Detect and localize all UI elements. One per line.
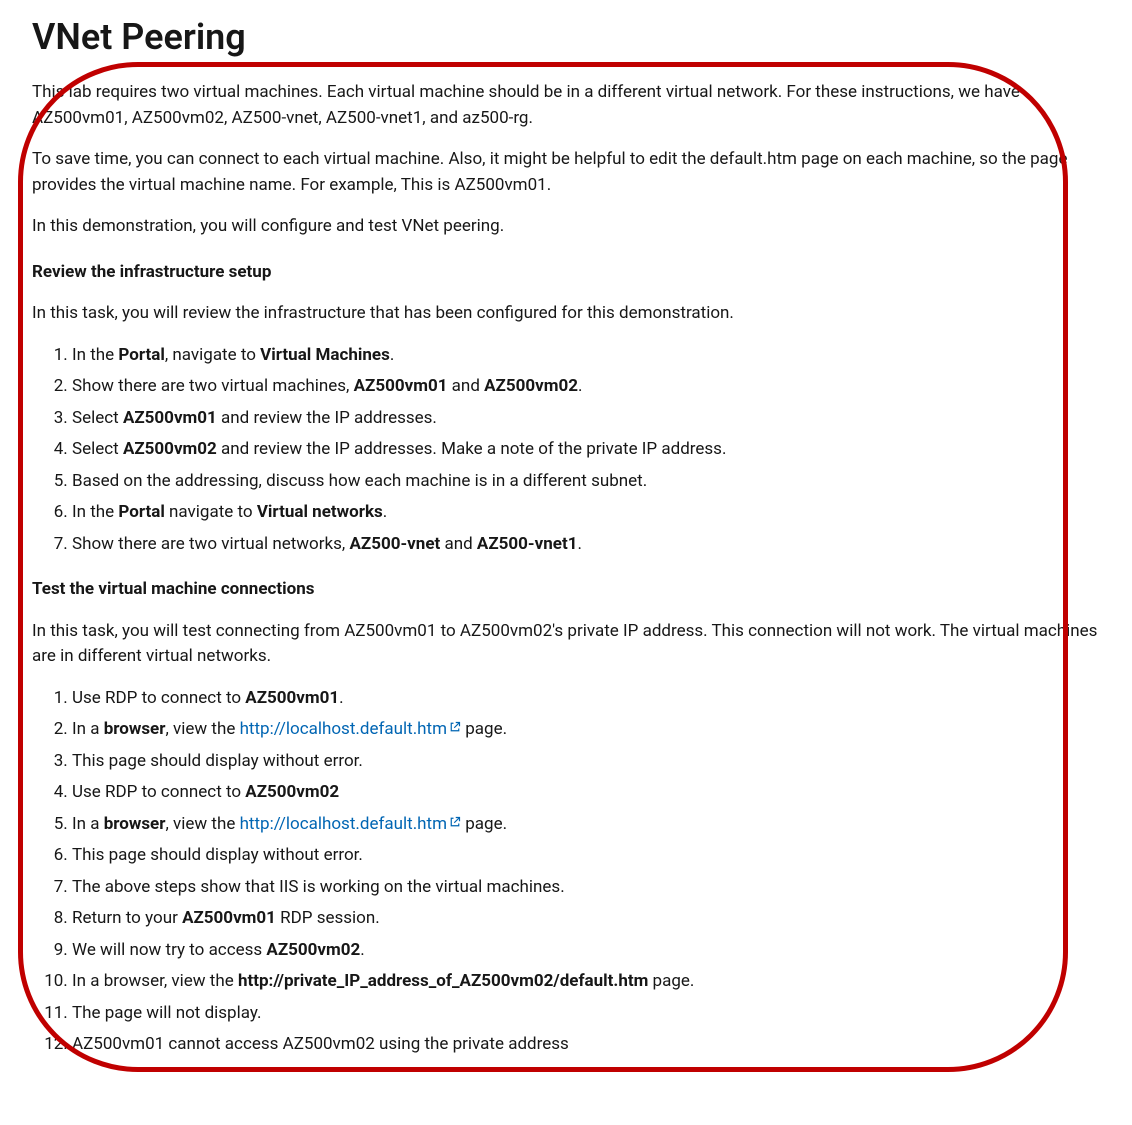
page-title: VNet Peering [32,10,1100,64]
external-link-icon [449,816,461,828]
section-heading-1: Review the infrastructure setup [32,260,1100,286]
list-item: AZ500vm01 cannot access AZ500vm02 using … [72,1032,1100,1058]
intro-paragraph-1: This lab requires two virtual machines. … [32,80,1100,131]
list-item: Return to your AZ500vm01 RDP session. [72,906,1100,932]
external-link-icon [449,721,461,733]
list-item: We will now try to access AZ500vm02. [72,938,1100,964]
intro-paragraph-2: To save time, you can connect to each vi… [32,147,1100,198]
list-item: Show there are two virtual networks, AZ5… [72,532,1100,558]
list-item: In a browser, view the http://localhost.… [72,717,1100,743]
list-item: This page should display without error. [72,749,1100,775]
intro-paragraph-3: In this demonstration, you will configur… [32,214,1100,240]
list-item: In a browser, view the http://localhost.… [72,812,1100,838]
section2-lead: In this task, you will test connecting f… [32,619,1100,670]
list-item: Show there are two virtual machines, AZ5… [72,374,1100,400]
section1-list: In the Portal, navigate to Virtual Machi… [32,343,1100,558]
section2-list: Use RDP to connect to AZ500vm01. In a br… [32,686,1100,1058]
list-item: The page will not display. [72,1001,1100,1027]
section-heading-2: Test the virtual machine connections [32,577,1100,603]
list-item: In a browser, view the http://private_IP… [72,969,1100,995]
list-item: Select AZ500vm02 and review the IP addre… [72,437,1100,463]
document-body: VNet Peering This lab requires two virtu… [0,0,1132,1058]
list-item: This page should display without error. [72,843,1100,869]
external-link[interactable]: http://localhost.default.htm [240,814,447,834]
list-item: Based on the addressing, discuss how eac… [72,469,1100,495]
list-item: The above steps show that IIS is working… [72,875,1100,901]
external-link[interactable]: http://localhost.default.htm [240,719,447,739]
section1-lead: In this task, you will review the infras… [32,301,1100,327]
list-item: Select AZ500vm01 and review the IP addre… [72,406,1100,432]
list-item: Use RDP to connect to AZ500vm02 [72,780,1100,806]
list-item: Use RDP to connect to AZ500vm01. [72,686,1100,712]
list-item: In the Portal, navigate to Virtual Machi… [72,343,1100,369]
list-item: In the Portal navigate to Virtual networ… [72,500,1100,526]
